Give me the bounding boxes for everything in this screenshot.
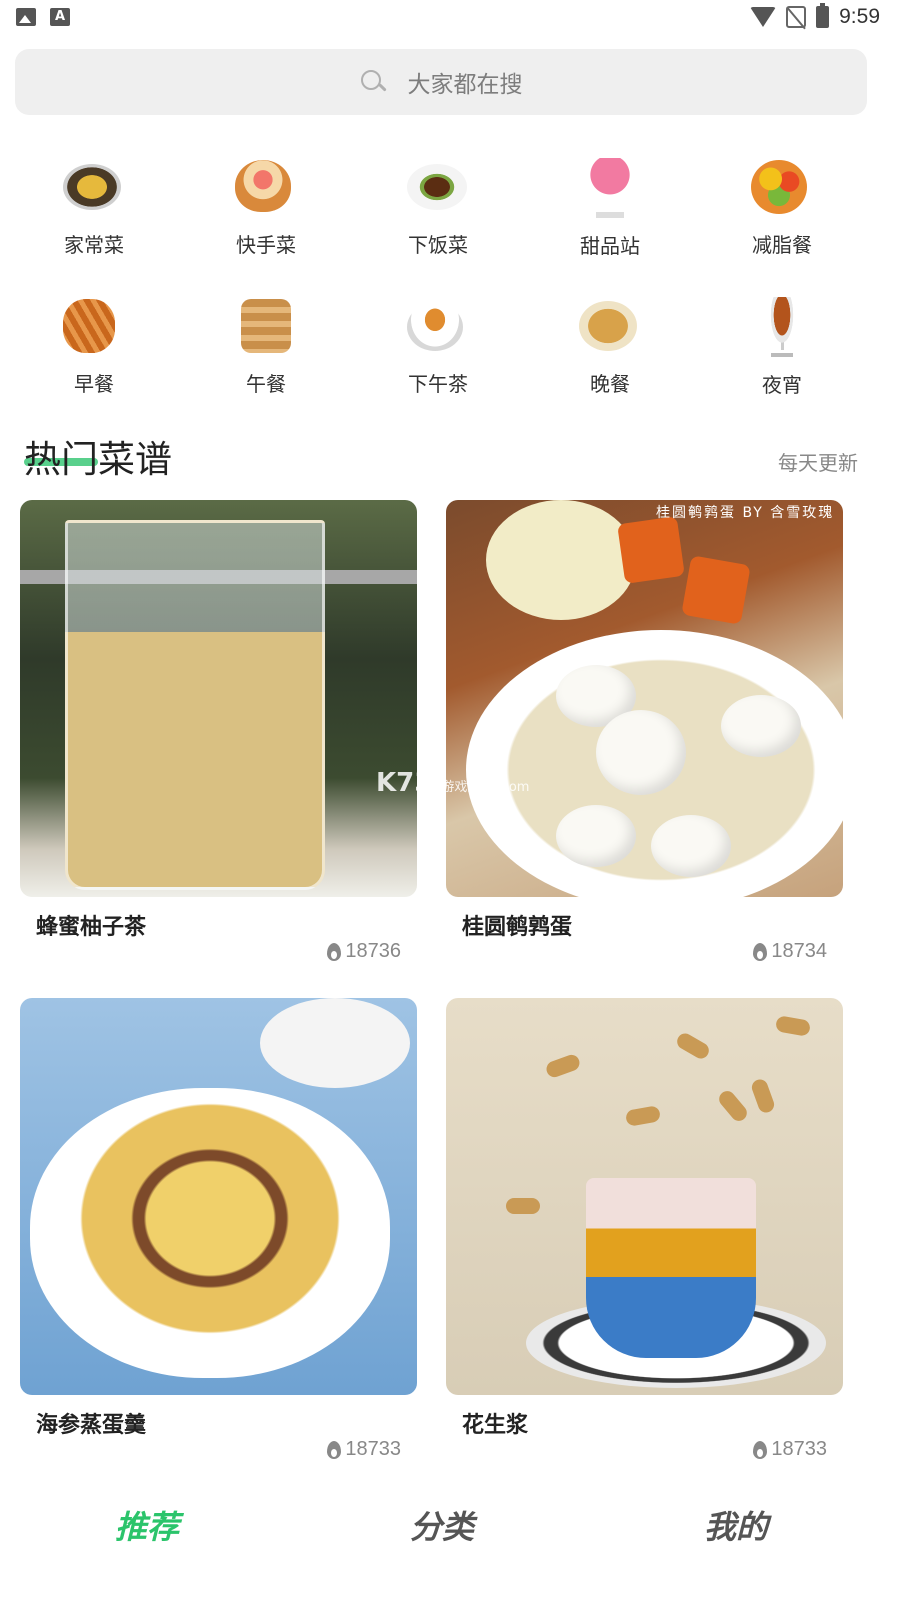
peanut bbox=[715, 1087, 751, 1125]
image-notification-icon bbox=[16, 8, 36, 26]
status-notifications: A bbox=[16, 8, 70, 26]
peanut bbox=[506, 1198, 540, 1214]
bowl bbox=[30, 1088, 390, 1378]
recipe-card-longan-quail-egg[interactable]: 桂圆鹌鹑蛋 BY 含雪玫瑰 桂圆鹌鹑蛋 18734 bbox=[446, 500, 843, 962]
category-label: 快手菜 bbox=[236, 233, 296, 257]
quick-dish-icon bbox=[235, 154, 297, 215]
dice bbox=[681, 555, 751, 625]
battery-icon bbox=[816, 3, 830, 28]
recipe-hot-count: 18734 bbox=[753, 940, 827, 963]
recipe-card-sea-cucumber-custard[interactable]: 海参蒸蛋羹 18733 bbox=[20, 998, 417, 1460]
category-label: 下午茶 bbox=[408, 372, 468, 396]
category-lunch[interactable]: 午餐 bbox=[180, 287, 352, 397]
peanut bbox=[674, 1030, 712, 1062]
hot-count-value: 18733 bbox=[771, 1438, 827, 1460]
flame-icon bbox=[327, 1440, 342, 1459]
egg bbox=[596, 710, 686, 795]
cup bbox=[586, 1178, 756, 1358]
search-placeholder: 大家都在搜 bbox=[407, 72, 523, 98]
wifi-icon bbox=[750, 7, 777, 27]
hot-count-value: 18734 bbox=[771, 940, 827, 962]
recipe-image bbox=[446, 998, 843, 1395]
peanut bbox=[749, 1077, 777, 1115]
egg bbox=[721, 695, 801, 757]
category-diet-meal[interactable]: 减脂餐 bbox=[696, 148, 868, 258]
category-label: 夜宵 bbox=[762, 373, 802, 397]
category-label: 减脂餐 bbox=[752, 233, 812, 257]
peanut bbox=[774, 1015, 812, 1037]
nav-tab-mine[interactable]: 我的 bbox=[636, 1502, 836, 1548]
category-grid: 家常菜 快手菜 下饭菜 甜品站 减脂餐 早餐 午餐 下午茶 晚餐 夜宵 bbox=[8, 148, 870, 397]
category-home-dish[interactable]: 家常菜 bbox=[8, 148, 180, 258]
flame-icon bbox=[753, 942, 768, 961]
category-label: 早餐 bbox=[74, 372, 114, 396]
status-indicators: 9:59 bbox=[750, 3, 880, 29]
spoon bbox=[260, 998, 410, 1088]
breakfast-icon bbox=[63, 293, 125, 354]
peanut bbox=[544, 1052, 582, 1080]
no-sim-icon bbox=[786, 6, 807, 28]
nav-tab-category[interactable]: 分类 bbox=[342, 1502, 542, 1548]
section-title: 热门菜谱 bbox=[24, 438, 172, 481]
recipe-card-honey-citron-tea[interactable]: 蜂蜜柚子茶 18736 bbox=[20, 500, 417, 962]
late-snack-icon bbox=[751, 293, 813, 357]
recipe-name: 桂圆鹌鹑蛋 bbox=[462, 915, 573, 940]
recipe-hot-count: 18733 bbox=[753, 1438, 827, 1461]
category-afternoon-tea[interactable]: 下午茶 bbox=[352, 287, 524, 397]
flame-icon bbox=[327, 942, 342, 961]
recipe-name: 海参蒸蛋羹 bbox=[36, 1413, 147, 1438]
rice-dish-icon bbox=[407, 154, 469, 215]
category-late-snack[interactable]: 夜宵 bbox=[696, 287, 868, 397]
recipe-hot-count: 18736 bbox=[327, 940, 401, 963]
recipe-card-peanut-milk[interactable]: 花生浆 18733 bbox=[446, 998, 843, 1460]
dessert-icon bbox=[579, 154, 641, 218]
search-icon bbox=[360, 69, 386, 95]
font-notification-icon: A bbox=[50, 8, 70, 26]
afternoon-tea-icon bbox=[407, 293, 469, 354]
category-label: 家常菜 bbox=[64, 233, 124, 257]
search-bar[interactable]: 大家都在搜 bbox=[15, 49, 867, 115]
recipe-image bbox=[20, 998, 417, 1395]
status-bar: A 9:59 bbox=[0, 0, 900, 36]
flame-icon bbox=[753, 1440, 768, 1459]
dice bbox=[617, 516, 685, 584]
home-dish-icon bbox=[63, 154, 125, 215]
category-quick-dish[interactable]: 快手菜 bbox=[180, 148, 352, 258]
recipe-image: 桂圆鹌鹑蛋 BY 含雪玫瑰 bbox=[446, 500, 843, 897]
category-dessert[interactable]: 甜品站 bbox=[524, 148, 696, 258]
category-label: 晚餐 bbox=[590, 372, 630, 396]
lunch-icon bbox=[235, 293, 297, 354]
egg bbox=[651, 815, 731, 877]
section-update-note: 每天更新 bbox=[778, 451, 858, 475]
dinner-icon bbox=[579, 293, 641, 354]
category-label: 午餐 bbox=[246, 372, 286, 396]
recipe-name: 花生浆 bbox=[462, 1413, 529, 1438]
status-time: 9:59 bbox=[839, 5, 880, 28]
hot-count-value: 18736 bbox=[345, 940, 401, 962]
image-caption: 桂圆鹌鹑蛋 BY 含雪玫瑰 bbox=[656, 505, 835, 521]
peanut bbox=[624, 1105, 662, 1127]
category-breakfast[interactable]: 早餐 bbox=[8, 287, 180, 397]
category-label: 甜品站 bbox=[580, 234, 640, 258]
category-dinner[interactable]: 晚餐 bbox=[524, 287, 696, 397]
diet-meal-icon bbox=[751, 154, 813, 215]
category-label: 下饭菜 bbox=[408, 233, 468, 257]
plush-toy bbox=[486, 500, 636, 620]
recipe-name: 蜂蜜柚子茶 bbox=[36, 915, 147, 940]
recipe-hot-count: 18733 bbox=[327, 1438, 401, 1461]
recipe-image bbox=[20, 500, 417, 897]
egg bbox=[556, 805, 636, 867]
tea-glass bbox=[65, 520, 325, 890]
nav-tab-recommend[interactable]: 推荐 bbox=[47, 1502, 247, 1548]
hot-count-value: 18733 bbox=[345, 1438, 401, 1460]
category-rice-dish[interactable]: 下饭菜 bbox=[352, 148, 524, 258]
